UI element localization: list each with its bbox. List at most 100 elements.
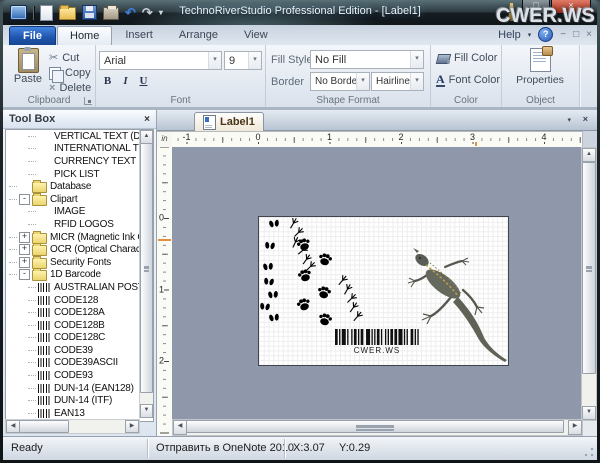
document-close-icon[interactable]: × — [583, 114, 588, 124]
toolbox-item[interactable]: EAN13 — [6, 407, 153, 420]
scrollbar-thumb[interactable] — [582, 162, 596, 374]
child-restore-button[interactable]: □ — [573, 29, 579, 41]
properties-button[interactable]: Properties — [512, 48, 568, 86]
underline-button[interactable]: U — [136, 74, 151, 89]
scroll-down-icon[interactable]: ▼ — [582, 406, 596, 420]
properties-icon — [530, 48, 551, 72]
toolbox-item[interactable]: CODE39 — [6, 344, 153, 357]
toolbox-close-icon[interactable]: × — [144, 114, 150, 125]
fill-style-select[interactable]: No Fill ▾ — [310, 50, 424, 69]
toolbox-item[interactable]: CODE128A — [6, 306, 153, 319]
resize-grip[interactable] — [583, 446, 595, 458]
tree-connector — [28, 136, 36, 137]
paste-button[interactable]: Paste — [11, 48, 45, 85]
toolbox-item[interactable]: IMAGE — [6, 206, 153, 219]
ribbon-tab-arrange[interactable]: Arrange — [166, 26, 231, 45]
child-minimize-button[interactable]: − — [560, 29, 566, 41]
help-icon[interactable]: ? — [538, 27, 553, 42]
toolbox-item[interactable]: AUSTRALIAN POST 4-S — [6, 281, 153, 294]
scrollbar-thumb[interactable] — [19, 420, 69, 433]
ribbon-tab-home[interactable]: Home — [57, 26, 112, 45]
toolbox-item[interactable]: - Clipart — [6, 193, 153, 206]
delete-x-icon: × — [49, 83, 55, 94]
ribbon-tab-view[interactable]: View — [231, 26, 281, 45]
ribbon: File HomeInsertArrangeView Help ▾ ? − □ … — [3, 25, 597, 110]
folder-icon — [32, 270, 47, 281]
tree-connector — [28, 161, 36, 162]
help-menu[interactable]: Help — [498, 29, 521, 41]
canvas-vertical-scrollbar[interactable]: ▲ ▼ — [581, 147, 597, 421]
toolbox-item[interactable]: DUN-14 (ITF) — [6, 394, 153, 407]
barcode-icon — [38, 321, 51, 330]
italic-button[interactable]: I — [118, 74, 133, 89]
toolbox-item[interactable]: CODE93 — [6, 369, 153, 382]
scroll-up-icon[interactable]: ▲ — [582, 148, 596, 162]
animal-tracks-clipart[interactable] — [259, 217, 364, 327]
document-tab[interactable]: Label1 — [194, 112, 264, 131]
toolbox-item[interactable]: CODE128B — [6, 319, 153, 332]
main-area: Tool Box × VERTICAL TEXT (DOW INTERNATIO… — [3, 110, 597, 437]
border-weight-select[interactable]: Hairline ▾ — [371, 72, 424, 91]
chevron-down-icon: ▾ — [208, 52, 221, 69]
toolbox-item[interactable]: INTERNATIONAL TEXT — [6, 143, 153, 156]
design-canvas[interactable]: CWER.WS — [172, 147, 583, 421]
cursor-y-marker — [158, 239, 171, 241]
label-design[interactable]: CWER.WS — [258, 216, 509, 366]
toolbox-item[interactable]: + Security Fonts — [6, 256, 153, 269]
toolbox-item[interactable]: + OCR (Optical Character R — [6, 243, 153, 256]
scroll-down-icon[interactable]: ▼ — [140, 404, 153, 418]
tree-connector — [28, 287, 36, 288]
toolbox-item[interactable]: + MICR (Magnetic Ink Char — [6, 231, 153, 244]
title-bar: ↶ ↷ ▾ TechnoRiverStudio Professional Edi… — [3, 0, 597, 25]
chevron-down-icon[interactable]: ▾ — [528, 31, 532, 39]
scroll-up-icon[interactable]: ▲ — [140, 130, 153, 144]
copy-button[interactable]: Copy — [49, 66, 91, 80]
bold-button[interactable]: B — [100, 74, 115, 89]
tree-expander-icon[interactable]: + — [19, 244, 30, 255]
file-tab[interactable]: File — [9, 26, 56, 46]
cut-button[interactable]: ✂ Cut — [49, 51, 79, 65]
scrollbar-thumb[interactable] — [186, 420, 564, 433]
dialog-launcher-icon[interactable] — [84, 97, 92, 105]
toolbox-item[interactable]: DUN-14 (EAN128) — [6, 382, 153, 395]
toolbox-horizontal-scrollbar[interactable]: ◀ ▶ — [5, 419, 140, 434]
toolbox-item[interactable]: - 1D Barcode — [6, 269, 153, 282]
scissors-icon: ✂ — [49, 53, 58, 64]
tree-expander-icon[interactable]: + — [19, 257, 30, 268]
toolbox-item[interactable]: RFID LOGOS — [6, 218, 153, 231]
toolbox-item[interactable]: PICK LIST — [6, 168, 153, 181]
tree-expander-icon[interactable]: - — [19, 269, 30, 280]
canvas-horizontal-scrollbar[interactable]: ◀ ▶ — [172, 419, 583, 436]
tree-expander-icon[interactable]: - — [19, 194, 30, 205]
chevron-down-icon: ▾ — [410, 51, 423, 68]
tree-connector — [28, 325, 36, 326]
toolbox-item[interactable]: VERTICAL TEXT (DOW — [6, 130, 153, 143]
scroll-right-icon[interactable]: ▶ — [125, 420, 139, 433]
scroll-left-icon[interactable]: ◀ — [173, 420, 187, 435]
chevron-down-icon: ▾ — [248, 52, 261, 69]
toolbox-item[interactable]: CODE128C — [6, 332, 153, 345]
toolbox-vertical-scrollbar[interactable]: ▲ ▼ — [139, 130, 153, 418]
ribbon-tab-insert[interactable]: Insert — [112, 26, 166, 45]
barcode-object[interactable] — [335, 329, 419, 345]
fill-color-button[interactable]: Fill Color — [436, 51, 497, 65]
toolbox-item[interactable]: CODE39ASCII — [6, 357, 153, 370]
tree-connector — [28, 413, 36, 414]
scroll-left-icon[interactable]: ◀ — [6, 420, 20, 433]
scroll-right-icon[interactable]: ▶ — [568, 420, 582, 435]
font-size-select[interactable]: 9 ▾ — [224, 51, 262, 70]
delete-button[interactable]: × Delete — [49, 81, 91, 95]
toolbox-item[interactable]: CODE128 — [6, 294, 153, 307]
scrollbar-thumb[interactable] — [140, 143, 153, 393]
child-close-button[interactable]: × — [586, 29, 592, 41]
font-color-button[interactable]: A Font Color — [436, 73, 500, 87]
toolbox-item[interactable]: Database — [6, 180, 153, 193]
lizard-image[interactable] — [408, 248, 507, 362]
border-style-select[interactable]: No Border ▾ — [310, 72, 370, 91]
font-family-select[interactable]: Arial ▾ — [99, 51, 222, 70]
tree-connector — [28, 337, 36, 338]
tab-list-dropdown-icon[interactable]: ▾ — [567, 116, 571, 124]
toolbox-item[interactable]: CURRENCY TEXT — [6, 155, 153, 168]
barcode-text: CWER.WS — [333, 346, 421, 355]
tree-expander-icon[interactable]: + — [19, 232, 30, 243]
